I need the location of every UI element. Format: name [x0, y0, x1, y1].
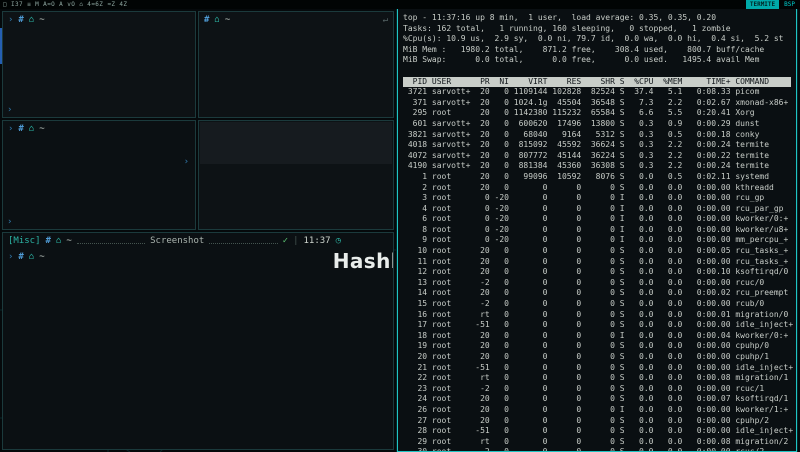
prompt-arrow-icon: › [7, 217, 12, 227]
terminal-window-2[interactable]: # ⌂ ~ ↵ [198, 11, 394, 118]
return-icon: ↵ [383, 15, 388, 25]
process-row: 6 root 0 -20 0 0 0 I 0.0 0.0 0:00.00 kwo… [403, 214, 791, 225]
wallpaper-watermark: Hashl [333, 249, 394, 273]
prompt-symbol: # [18, 15, 23, 25]
prompt-arrow-icon: › [8, 124, 13, 134]
terminal-window-1[interactable]: › # ⌂ ~ › [2, 11, 196, 118]
status-left-text: □ I37 ≡ M A≈O A vO ⌂ 4≈6Z ≈Z 4Z [3, 1, 127, 8]
screen-edge-indicator [0, 28, 2, 64]
shell-prompt: › # ⌂ ~ [3, 12, 195, 28]
clock-icon: ◷ [336, 236, 341, 246]
process-row: 4018 sarvott+ 20 0 815092 45592 36624 S … [403, 140, 791, 151]
process-row: 4190 sarvott+ 20 0 881384 45360 36308 S … [403, 161, 791, 172]
process-row: 16 root rt 0 0 0 0 S 0.0 0.0 0:00.01 mig… [403, 310, 791, 321]
top-summary: top - 11:37:16 up 8 min, 1 user, load av… [403, 13, 791, 77]
path-label: ~ [39, 124, 44, 134]
process-row: 3 root 0 -20 0 0 0 I 0.0 0.0 0:00.00 rcu… [403, 193, 791, 204]
process-row: 4 root 0 -20 0 0 0 I 0.0 0.0 0:00.00 rcu… [403, 204, 791, 215]
process-row: 2 root 20 0 0 0 0 S 0.0 0.0 0:00.00 kthr… [403, 183, 791, 194]
process-row: 27 root 20 0 0 0 0 S 0.0 0.0 0:00.00 cpu… [403, 416, 791, 427]
terminal-window-3[interactable]: › # ⌂ ~ › › [2, 120, 196, 230]
process-row: 14 root 20 0 0 0 0 S 0.0 0.0 0:00.02 rcu… [403, 288, 791, 299]
shell-prompt: › # ⌂ ~ [3, 121, 195, 137]
process-row: 10 root 20 0 0 0 0 S 0.0 0.0 0:00.05 rcu… [403, 246, 791, 257]
path-label: ~ [39, 15, 44, 25]
process-row: 28 root -51 0 0 0 0 S 0.0 0.0 0:00.00 id… [403, 426, 791, 437]
process-row: 26 root 20 0 0 0 0 I 0.0 0.0 0:00.00 kwo… [403, 405, 791, 416]
home-icon: ⌂ [29, 252, 34, 262]
process-row: 1 root 20 0 99096 10592 8076 S 0.0 0.5 0… [403, 172, 791, 183]
process-row: 9 root 0 -20 0 0 0 I 0.0 0.0 0:00.00 mm_… [403, 235, 791, 246]
prompt-arrow-icon: › [7, 105, 12, 115]
top-terminal-window[interactable]: top - 11:37:16 up 8 min, 1 user, load av… [397, 8, 797, 452]
top-summary-line: Tasks: 162 total, 1 running, 160 sleepin… [403, 24, 791, 35]
prompt-symbol: # [46, 236, 51, 246]
clock-time: 11:37 [304, 236, 331, 246]
process-row: 17 root -51 0 0 0 0 S 0.0 0.0 0:00.00 id… [403, 320, 791, 331]
top-process-table: PID USER PR NI VIRT RES SHR S %CPU %MEM … [403, 77, 791, 452]
process-row: 3721 sarvott+ 20 0 1109144 102828 82524 … [403, 87, 791, 98]
shell-prompt: # ⌂ ~ ↵ [199, 12, 393, 28]
process-row: 12 root 20 0 0 0 0 S 0.0 0.0 0:00.10 kso… [403, 267, 791, 278]
top-summary-line: MiB Mem : 1980.2 total, 871.2 free, 308.… [403, 45, 791, 56]
process-row: 8 root 0 -20 0 0 0 I 0.0 0.0 0:00.00 kwo… [403, 225, 791, 236]
prompt-symbol: # [18, 252, 23, 262]
top-summary-line: top - 11:37:16 up 8 min, 1 user, load av… [403, 13, 791, 24]
path-label: ~ [225, 15, 230, 25]
process-row: 29 root rt 0 0 0 0 S 0.0 0.0 0:00.08 mig… [403, 437, 791, 448]
terminal-pane [200, 122, 392, 164]
path-label: ~ [39, 252, 44, 262]
process-row: 18 root 20 0 0 0 0 I 0.0 0.0 0:00.04 kwo… [403, 331, 791, 342]
command-label: Screenshot [150, 236, 204, 246]
success-check-icon: ✓ [283, 236, 288, 246]
top-table-header: PID USER PR NI VIRT RES SHR S %CPU %MEM … [403, 77, 791, 88]
screenshot-prompt-line: [Misc] # ⌂ ~ Screenshot ✓ | 11:37 ◷ [3, 233, 393, 249]
process-row: 24 root 20 0 0 0 0 S 0.0 0.0 0:00.07 kso… [403, 394, 791, 405]
process-row: 22 root rt 0 0 0 0 S 0.0 0.0 0:00.08 mig… [403, 373, 791, 384]
process-row: 3821 sarvott+ 20 0 68040 9164 5312 S 0.3… [403, 130, 791, 141]
prompt-symbol: # [204, 15, 209, 25]
workspace-tag[interactable]: TERMITE [746, 0, 779, 9]
process-row: 371 sarvott+ 20 0 1024.1g 45504 36548 S … [403, 98, 791, 109]
process-row: 30 root -2 0 0 0 0 S 0.0 0.0 0:00.00 rcu… [403, 447, 791, 452]
misc-tag: [Misc] [8, 236, 41, 246]
process-row: 13 root -2 0 0 0 0 S 0.0 0.0 0:00.00 rcu… [403, 278, 791, 289]
status-bar: □ I37 ≡ M A≈O A vO ⌂ 4≈6Z ≈Z 4Z TERMITE … [0, 0, 800, 9]
home-icon: ⌂ [56, 236, 61, 246]
terminal-window-4[interactable] [198, 120, 394, 230]
path-label: ~ [66, 236, 71, 246]
status-right: TERMITE BSP [746, 0, 797, 9]
blank-line [403, 66, 791, 77]
prompt-symbol: # [18, 124, 23, 134]
prompt-filler-dots [209, 243, 277, 244]
process-row: 295 root 20 0 1142380 115232 65584 S 6.6… [403, 108, 791, 119]
process-row: 20 root 20 0 0 0 0 S 0.0 0.0 0:00.00 cpu… [403, 352, 791, 363]
layout-label[interactable]: BSP [784, 0, 797, 9]
prompt-arrow-icon: › [8, 15, 13, 25]
process-row: 23 root -2 0 0 0 0 S 0.0 0.0 0:00.00 rcu… [403, 384, 791, 395]
home-icon: ⌂ [29, 124, 34, 134]
process-row: 11 root 20 0 0 0 0 S 0.0 0.0 0:00.00 rcu… [403, 257, 791, 268]
prompt-arrow-icon: › [184, 157, 189, 167]
desktop: □ I37 ≡ M A≈O A vO ⌂ 4≈6Z ≈Z 4Z TERMITE … [0, 0, 800, 452]
prompt-separator: | [293, 236, 298, 246]
process-row: 19 root 20 0 0 0 0 S 0.0 0.0 0:00.00 cpu… [403, 341, 791, 352]
process-row: 4072 sarvott+ 20 0 807772 45144 36224 S … [403, 151, 791, 162]
home-icon: ⌂ [214, 15, 219, 25]
prompt-filler-dots [77, 243, 145, 244]
top-summary-line: MiB Swap: 0.0 total, 0.0 free, 0.0 used.… [403, 55, 791, 66]
terminal-window-5[interactable]: [Misc] # ⌂ ~ Screenshot ✓ | 11:37 ◷ › # … [2, 232, 394, 450]
process-row: 601 sarvott+ 20 0 600620 17496 13800 S 0… [403, 119, 791, 130]
process-row: 15 root -2 0 0 0 0 S 0.0 0.0 0:00.00 rcu… [403, 299, 791, 310]
process-row: 21 root -51 0 0 0 0 S 0.0 0.0 0:00.00 id… [403, 363, 791, 374]
prompt-arrow-icon: › [8, 252, 13, 262]
home-icon: ⌂ [29, 15, 34, 25]
top-summary-line: %Cpu(s): 10.9 us, 2.9 sy, 0.0 ni, 79.7 i… [403, 34, 791, 45]
